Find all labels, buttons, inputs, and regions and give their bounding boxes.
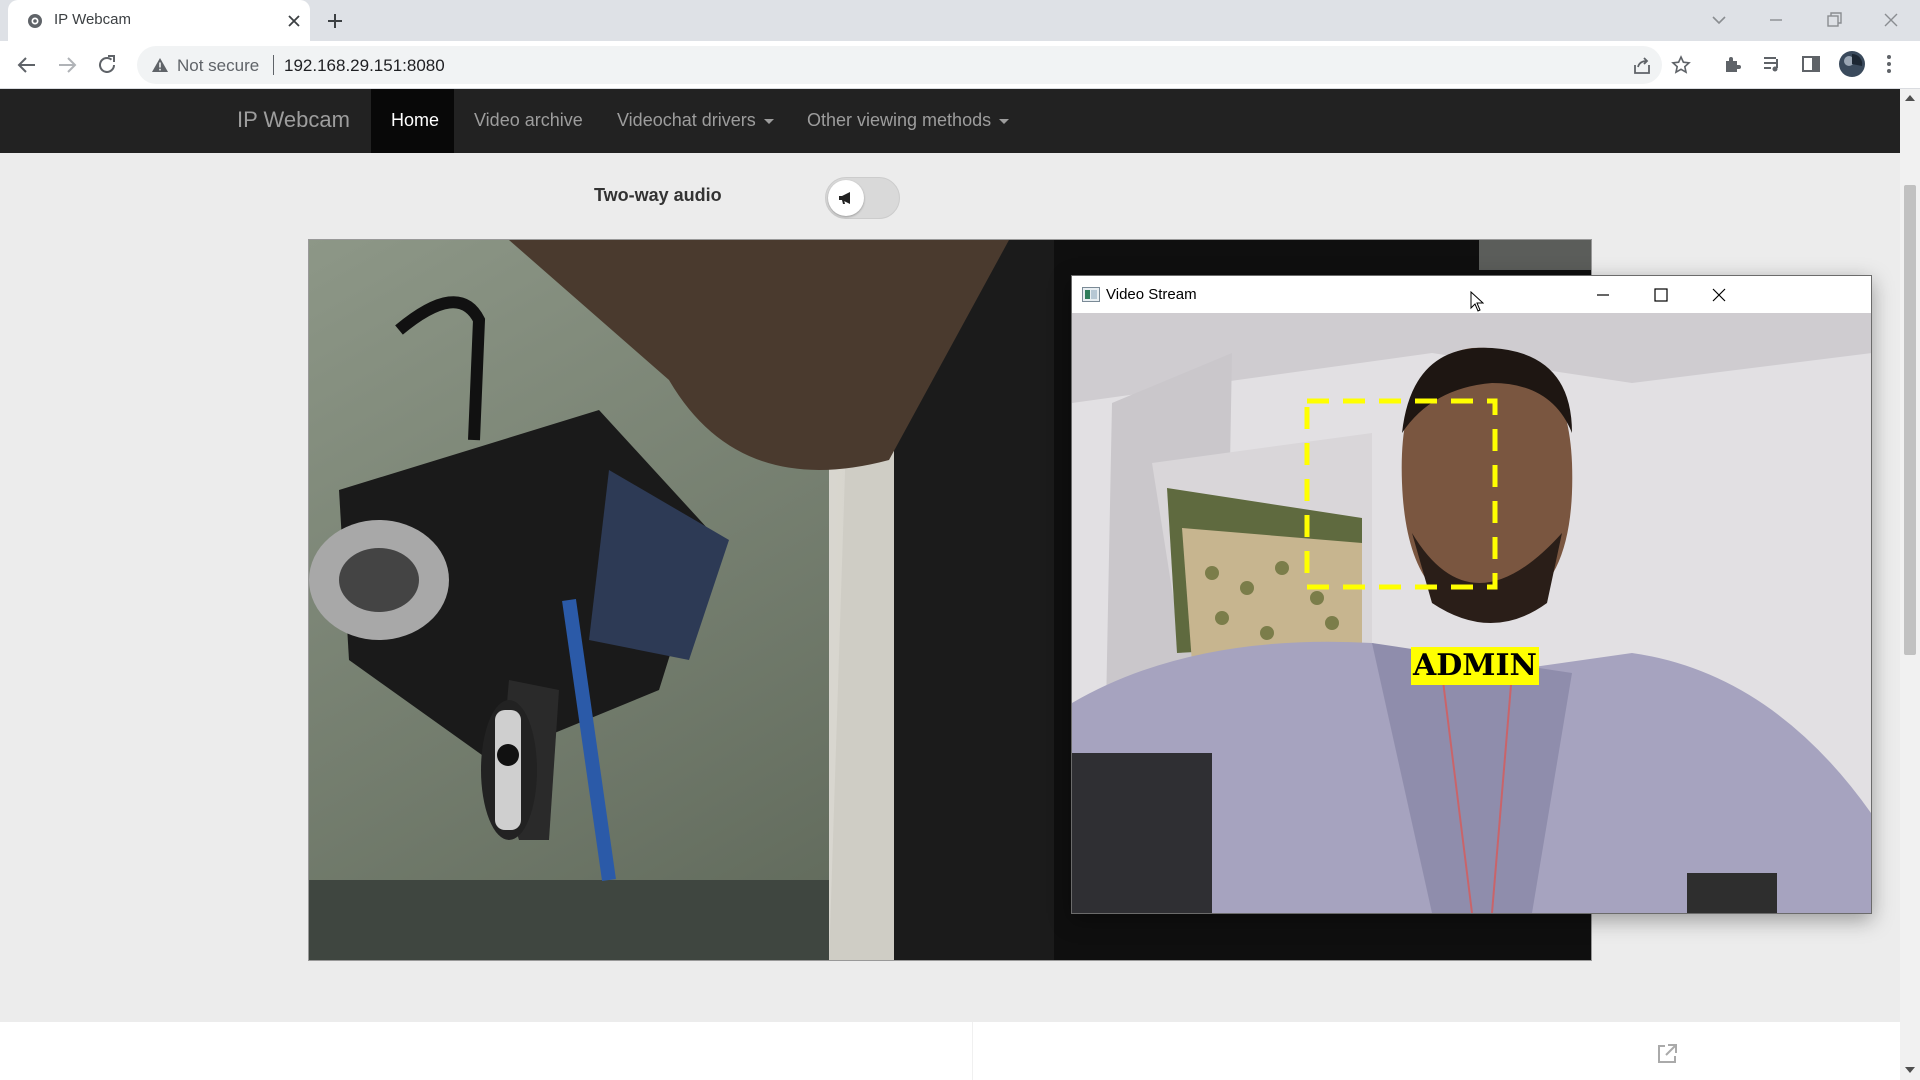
- two-way-audio-label: Two-way audio: [594, 185, 722, 205]
- address-bar[interactable]: Not secure 192.168.29.151:8080: [137, 46, 1691, 84]
- side-panel-icon[interactable]: [1800, 53, 1822, 75]
- nav-item-label: Other viewing methods: [807, 110, 992, 130]
- footer-divider: [972, 1022, 973, 1080]
- profile-avatar[interactable]: [1838, 50, 1866, 78]
- toggle-knob: [828, 180, 864, 216]
- video-stream-image[interactable]: ADMIN: [1072, 313, 1871, 913]
- video-stream-window[interactable]: Video Stream ADMIN: [1071, 275, 1872, 914]
- window-minimize-icon[interactable]: [1593, 285, 1613, 305]
- media-control-icon[interactable]: [1761, 53, 1783, 75]
- window-app-icon: [1082, 287, 1100, 302]
- two-way-audio-toggle[interactable]: [825, 177, 900, 219]
- page-footer: [0, 1022, 1900, 1080]
- nav-item-videochat-drivers[interactable]: Videochat drivers: [617, 110, 774, 131]
- scroll-up-arrow-icon[interactable]: [1905, 95, 1915, 101]
- more-vert-icon[interactable]: [1883, 53, 1895, 75]
- scrollbar-thumb[interactable]: [1904, 185, 1916, 655]
- window-title: Video Stream: [1106, 286, 1197, 303]
- forward-arrow-icon[interactable]: [56, 54, 78, 76]
- detection-label: ADMIN: [1411, 647, 1539, 685]
- window-close-icon[interactable]: [1881, 10, 1901, 30]
- tab-close-icon[interactable]: [286, 13, 302, 29]
- caret-down-icon: [763, 118, 774, 124]
- tab-favicon-icon: [27, 13, 43, 29]
- page-scrollbar[interactable]: [1900, 89, 1920, 1080]
- window-close-icon[interactable]: [1709, 285, 1729, 305]
- warning-icon[interactable]: [151, 57, 169, 73]
- tab-strip: IP Webcam: [0, 0, 1920, 41]
- navbar: IP Webcam Home Video archive Videochat d…: [0, 89, 1900, 153]
- new-tab-plus-icon[interactable]: [326, 12, 344, 30]
- share-icon[interactable]: [1632, 56, 1652, 76]
- nav-item-home[interactable]: Home: [371, 89, 454, 153]
- window-minimize-icon[interactable]: [1766, 10, 1786, 30]
- megaphone-icon: [837, 190, 855, 206]
- scroll-down-arrow-icon[interactable]: [1905, 1067, 1915, 1073]
- bookmark-star-icon[interactable]: [1671, 55, 1691, 75]
- reload-icon[interactable]: [96, 54, 118, 76]
- nav-item-video-archive[interactable]: Video archive: [474, 110, 583, 131]
- navbar-brand[interactable]: IP Webcam: [237, 107, 350, 133]
- extensions-icon[interactable]: [1722, 53, 1744, 75]
- caret-down-icon: [999, 118, 1010, 124]
- security-status[interactable]: Not secure: [177, 56, 259, 76]
- url-text[interactable]: 192.168.29.151:8080: [284, 56, 445, 76]
- browser-tab[interactable]: IP Webcam: [8, 0, 310, 41]
- back-arrow-icon[interactable]: [16, 54, 38, 76]
- window-restore-icon[interactable]: [1824, 10, 1844, 30]
- omnibox-divider: [273, 55, 274, 75]
- mouse-cursor-icon: [1470, 291, 1484, 313]
- external-link-icon[interactable]: [1655, 1042, 1679, 1066]
- browser-toolbar: Not secure 192.168.29.151:8080: [0, 41, 1920, 89]
- tab-search-chevron-down-icon[interactable]: [1709, 10, 1729, 30]
- tab-title: IP Webcam: [54, 11, 131, 28]
- nav-item-label: Videochat drivers: [617, 110, 756, 130]
- window-maximize-icon[interactable]: [1651, 285, 1671, 305]
- nav-item-other-viewing-methods[interactable]: Other viewing methods: [807, 110, 1010, 131]
- nav-item-label: Home: [391, 110, 440, 130]
